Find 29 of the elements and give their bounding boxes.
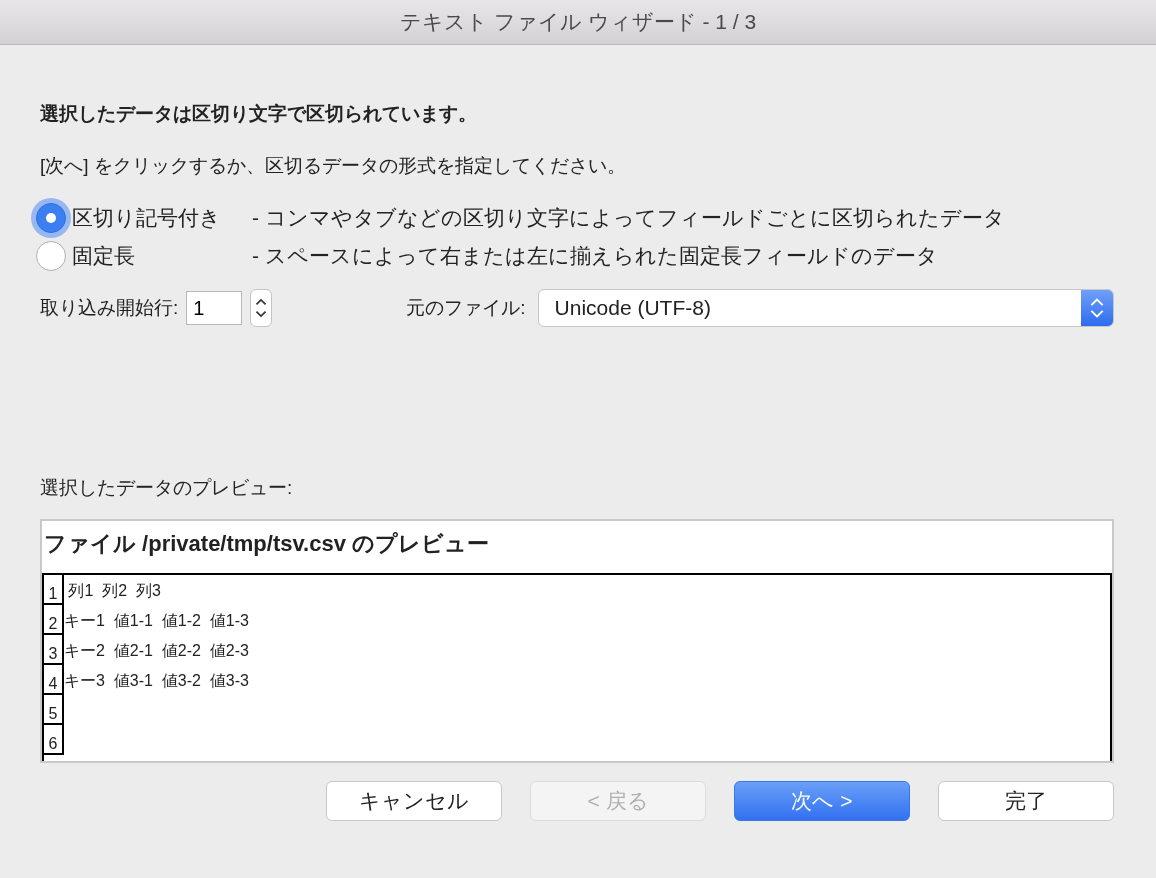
radio-label: 区切り記号付き	[72, 205, 222, 231]
preview-title: ファイル /private/tmp/tsv.csv のプレビュー	[43, 530, 490, 558]
line-number: 4	[44, 665, 64, 695]
radio-button[interactable]	[36, 241, 66, 271]
start-row-label: 取り込み開始行:	[40, 296, 179, 320]
radio-description: - スペースによって右または左に揃えられた固定長フィールドのデータ	[252, 243, 938, 269]
line-number: 2	[44, 605, 64, 635]
preview-row-text: 列1 列2 列3	[67, 581, 161, 601]
preview-row-text: キー1 値1-1 値1-2 値1-3	[64, 611, 249, 631]
start-row-field[interactable]: 1	[186, 291, 243, 325]
dialog-button[interactable]: キャンセル	[326, 781, 502, 821]
line-number: 5	[44, 695, 64, 725]
preview-label: 選択したデータのプレビュー:	[40, 476, 294, 500]
line-number: 3	[44, 635, 64, 665]
radio-button[interactable]	[36, 203, 66, 233]
preview-row-text: キー3 値3-1 値3-2 値3-3	[64, 671, 249, 691]
window-title: テキスト ファイル ウィザード - 1 / 3	[399, 9, 757, 35]
line-number: 1	[44, 575, 64, 605]
instruction-text: [次へ] をクリックするか、区切るデータの形式を指定してください。	[40, 154, 627, 178]
file-origin-dropdown[interactable]: Unicode (UTF-8)	[537, 289, 1114, 327]
line-number: 6	[44, 725, 64, 755]
radio-label: 固定長	[72, 243, 136, 269]
stepper-icon[interactable]	[250, 289, 273, 327]
heading-text: 選択したデータは区切り文字で区切られています。	[40, 102, 478, 126]
file-origin-label: 元のファイル:	[406, 296, 526, 320]
dialog-button[interactable]: 完了	[938, 781, 1114, 821]
radio-description: - コンマやタブなどの区切り文字によってフィールドごとに区切られたデータ	[252, 205, 1005, 231]
preview-row-text: キー2 値2-1 値2-2 値2-3	[64, 641, 249, 661]
chevron-icon	[1081, 290, 1113, 326]
